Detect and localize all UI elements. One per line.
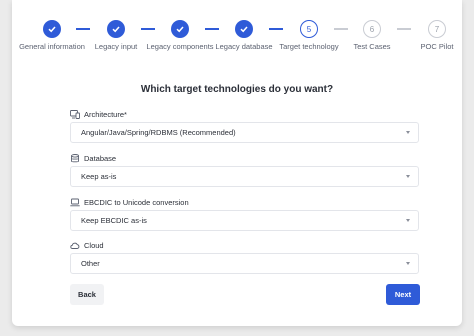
chevron-down-icon <box>406 175 410 178</box>
selected-value: Other <box>81 259 100 268</box>
page-title: Which target technologies do you want? <box>140 84 334 95</box>
step-number: 7 <box>434 24 440 34</box>
database-select[interactable]: Keep as-is <box>70 166 419 187</box>
database-icon <box>71 154 79 163</box>
step-1-label: General information <box>19 42 85 51</box>
check-icon <box>176 26 184 33</box>
next-button[interactable]: Next <box>386 284 420 305</box>
laptop-icon <box>70 198 80 207</box>
step-2-label: Legacy input <box>94 42 138 51</box>
step-4-label: Legacy database <box>215 42 273 51</box>
selected-value: Keep as-is <box>81 172 117 181</box>
ebcdic-label: EBCDIC to Unicode conversion <box>70 198 189 207</box>
monitor-icon <box>70 110 80 119</box>
cloud-label: Cloud <box>70 241 104 250</box>
step-5-label: Target technology <box>279 42 339 51</box>
step-5-active[interactable]: 5 <box>300 20 318 38</box>
check-icon <box>112 26 120 33</box>
chevron-down-icon <box>406 131 410 134</box>
step-7-pending[interactable]: 7 <box>428 20 446 38</box>
cloud-select[interactable]: Other <box>70 253 419 274</box>
check-icon <box>48 26 56 33</box>
stepper: General information Legacy input Legacy … <box>12 0 462 60</box>
step-connector <box>269 28 283 30</box>
chevron-down-icon <box>406 219 410 222</box>
field-label-text: EBCDIC to Unicode conversion <box>84 198 189 207</box>
architecture-label: Architecture* <box>70 110 127 119</box>
cloud-icon <box>70 242 80 249</box>
field-label-text: Architecture* <box>84 110 127 119</box>
step-6-pending[interactable]: 6 <box>363 20 381 38</box>
step-connector <box>205 28 219 30</box>
wizard-card: General information Legacy input Legacy … <box>12 0 462 326</box>
step-connector <box>397 28 411 30</box>
step-6-label: Test Cases <box>353 42 391 51</box>
architecture-select[interactable]: Angular/Java/Spring/RDBMS (Recommended) <box>70 122 419 143</box>
step-7-label: POC Pilot <box>420 42 454 51</box>
database-label: Database <box>70 154 116 163</box>
step-number: 6 <box>369 24 375 34</box>
step-number: 5 <box>306 24 312 34</box>
step-4-done[interactable] <box>235 20 253 38</box>
step-3-label: Legacy components <box>146 42 214 51</box>
chevron-down-icon <box>406 262 410 265</box>
step-connector <box>334 28 348 30</box>
selected-value: Angular/Java/Spring/RDBMS (Recommended) <box>81 128 236 137</box>
step-1-done[interactable] <box>43 20 61 38</box>
field-label-text: Cloud <box>84 241 104 250</box>
step-3-done[interactable] <box>171 20 189 38</box>
step-connector <box>141 28 155 30</box>
ebcdic-select[interactable]: Keep EBCDIC as-is <box>70 210 419 231</box>
selected-value: Keep EBCDIC as-is <box>81 216 147 225</box>
check-icon <box>240 26 248 33</box>
step-connector <box>76 28 90 30</box>
back-button[interactable]: Back <box>70 284 104 305</box>
step-2-done[interactable] <box>107 20 125 38</box>
field-label-text: Database <box>84 154 117 163</box>
